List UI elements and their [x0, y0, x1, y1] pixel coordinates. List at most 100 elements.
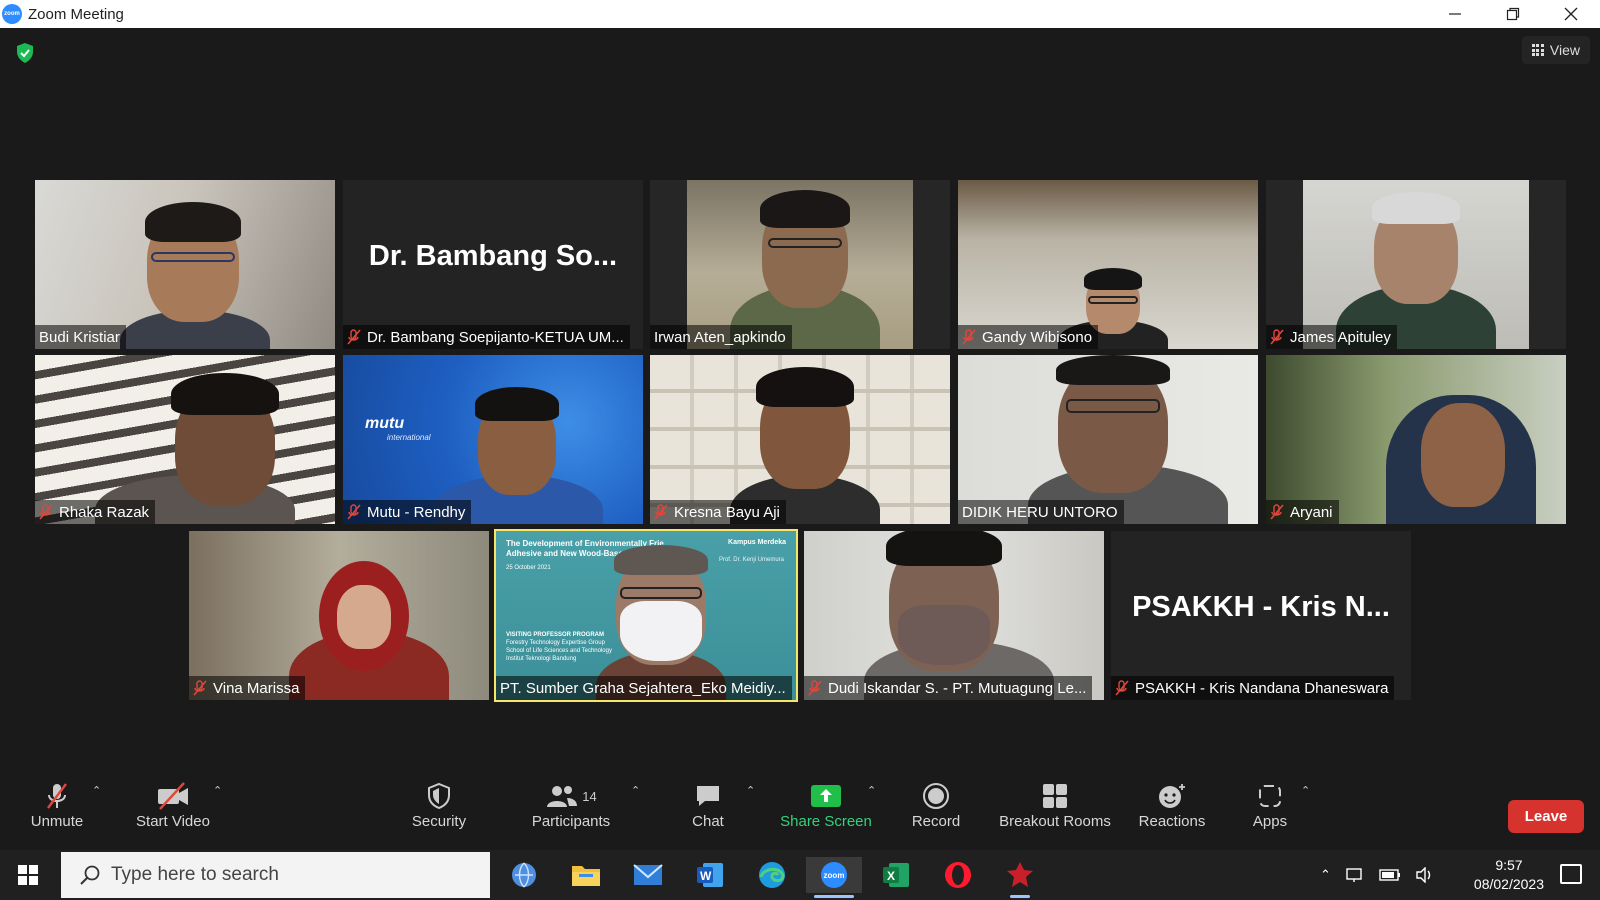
mail-icon — [633, 864, 663, 885]
participant-tile-active-speaker[interactable]: The Development of Environmentally Frie … — [494, 529, 798, 702]
mic-muted-icon — [808, 680, 822, 696]
participant-name: Budi Kristiar — [35, 325, 126, 349]
clock-date: 08/02/2023 — [1473, 876, 1544, 892]
share-options-chevron-up-icon[interactable]: ⌃ — [867, 784, 876, 797]
breakout-rooms-button[interactable]: Breakout Rooms — [994, 778, 1116, 834]
taskbar-word-icon[interactable]: W — [692, 857, 728, 893]
restore-icon — [1506, 7, 1520, 21]
unmute-label: Unmute — [30, 813, 84, 830]
meeting-toolbar: Unmute ⌃ Start Video ⌃ Security 14 Parti… — [0, 778, 1600, 834]
taskbar-excel-icon[interactable]: X — [878, 857, 914, 893]
taskbar-app-icon[interactable] — [1002, 857, 1038, 898]
mic-muted-icon — [347, 504, 361, 520]
chat-label: Chat — [692, 813, 724, 830]
participant-name: Gandy Wibisono — [958, 325, 1099, 349]
participant-display-name: Dr. Bambang So... — [368, 240, 618, 272]
taskbar-opera-icon[interactable] — [940, 857, 976, 893]
window-title: Zoom Meeting — [28, 5, 124, 23]
windows-start-icon[interactable] — [18, 865, 38, 885]
participant-tile[interactable]: Irwan Aten_apkindo — [650, 180, 950, 349]
taskbar-outlook-app-icon[interactable] — [506, 857, 542, 893]
participant-name: Dr. Bambang Soepijanto-KETUA UM... — [343, 325, 630, 349]
share-screen-button[interactable]: Share Screen — [780, 778, 872, 834]
apps-button[interactable]: Apps — [1246, 778, 1294, 834]
apps-icon — [1259, 785, 1281, 807]
breakout-rooms-label: Breakout Rooms — [999, 813, 1111, 830]
participant-name: Irwan Aten_apkindo — [650, 325, 792, 349]
participant-tile[interactable]: PSAKKH - Kris N... PSAKKH - Kris Nandana… — [1111, 531, 1411, 700]
participant-tile[interactable]: DIDIK HERU UNTORO — [958, 355, 1258, 524]
notification-center-icon[interactable] — [1560, 864, 1582, 884]
mic-muted-icon — [962, 329, 976, 345]
participant-name: PSAKKH - Kris Nandana Dhaneswara — [1111, 676, 1395, 700]
taskbar-file-explorer-icon[interactable] — [568, 857, 604, 893]
security-label: Security — [411, 813, 467, 830]
system-tray: ⌃ — [1320, 850, 1435, 900]
participant-tile[interactable]: Dudi Iskandar S. - PT. Mutuagung Le... — [804, 531, 1104, 700]
taskbar-mail-icon[interactable] — [630, 857, 666, 893]
record-button[interactable]: Record — [906, 778, 966, 834]
volume-icon[interactable] — [1415, 867, 1435, 883]
participants-icon — [547, 786, 578, 807]
security-button[interactable]: Security — [404, 778, 474, 834]
reactions-button[interactable]: Reactions — [1134, 778, 1210, 834]
mic-muted-icon — [654, 504, 668, 520]
taskbar-edge-icon[interactable] — [754, 857, 790, 893]
participant-tile[interactable]: Vina Marissa — [189, 531, 489, 700]
participant-tile[interactable]: Gandy Wibisono — [958, 180, 1258, 349]
mic-muted-icon — [1270, 504, 1284, 520]
globe-mail-icon — [512, 862, 536, 888]
mic-muted-icon — [39, 504, 53, 520]
mutu-logo: mutu — [365, 415, 405, 432]
encryption-shield-icon[interactable] — [14, 42, 36, 64]
network-icon[interactable] — [1345, 867, 1365, 883]
start-video-button[interactable]: Start Video — [130, 778, 216, 834]
clock-time: 9:57 — [1495, 857, 1523, 873]
minimize-button[interactable] — [1426, 0, 1484, 28]
folder-icon — [572, 866, 600, 886]
participant-name: PT. Sumber Graha Sejahtera_Eko Meidiy... — [496, 676, 792, 700]
video-options-chevron-up-icon[interactable]: ⌃ — [213, 784, 222, 797]
edge-browser-icon — [759, 862, 785, 888]
shield-icon — [428, 782, 450, 810]
tray-chevron-up-icon[interactable]: ⌃ — [1320, 867, 1331, 883]
participants-options-chevron-up-icon[interactable]: ⌃ — [631, 784, 640, 797]
leave-button[interactable]: Leave — [1508, 800, 1584, 833]
restore-button[interactable] — [1484, 0, 1542, 28]
participant-name: Rhaka Razak — [35, 500, 156, 524]
mic-muted-icon — [1270, 329, 1284, 345]
close-button[interactable] — [1542, 0, 1600, 28]
participant-name: DIDIK HERU UNTORO — [958, 500, 1124, 524]
battery-icon[interactable] — [1379, 868, 1401, 882]
participant-name: Vina Marissa — [189, 676, 306, 700]
participants-label: Participants — [531, 813, 611, 830]
mic-muted-icon — [47, 783, 67, 809]
participant-tile[interactable]: Aryani — [1266, 355, 1566, 524]
participant-tile[interactable]: mutu international Mutu - Rendhy — [343, 355, 643, 524]
participants-button[interactable]: 14 Participants — [526, 778, 616, 834]
view-button[interactable]: View — [1521, 36, 1590, 64]
participant-name: Mutu - Rendhy — [343, 500, 472, 524]
mic-muted-icon — [347, 329, 361, 345]
taskbar-clock[interactable]: 9:57 08/02/2023 — [1474, 856, 1544, 894]
participant-tile[interactable]: Budi Kristiar — [35, 180, 335, 349]
record-label: Record — [911, 813, 961, 830]
unmute-button[interactable]: Unmute — [22, 778, 92, 834]
participant-tile[interactable]: James Apituley — [1266, 180, 1566, 349]
taskbar-zoom-icon[interactable]: zoom — [806, 857, 862, 898]
mutu-logo-sub: international — [387, 433, 431, 442]
chat-button[interactable]: Chat — [680, 778, 736, 834]
apps-label: Apps — [1252, 813, 1288, 830]
slide-logo: Kampus Merdeka — [728, 539, 786, 546]
apps-options-chevron-up-icon[interactable]: ⌃ — [1301, 784, 1310, 797]
participant-tile[interactable]: Dr. Bambang So... Dr. Bambang Soepijanto… — [343, 180, 643, 349]
chat-options-chevron-up-icon[interactable]: ⌃ — [746, 784, 755, 797]
participants-count: 14 — [582, 788, 597, 804]
game-app-icon — [1007, 862, 1033, 887]
participant-tile[interactable]: Kresna Bayu Aji — [650, 355, 950, 524]
record-icon — [923, 783, 949, 809]
taskbar-search-box[interactable]: Type here to search — [61, 852, 490, 898]
participant-tile[interactable]: Rhaka Razak — [35, 355, 335, 524]
audio-options-chevron-up-icon[interactable]: ⌃ — [92, 784, 101, 797]
mic-muted-icon — [1115, 680, 1129, 696]
